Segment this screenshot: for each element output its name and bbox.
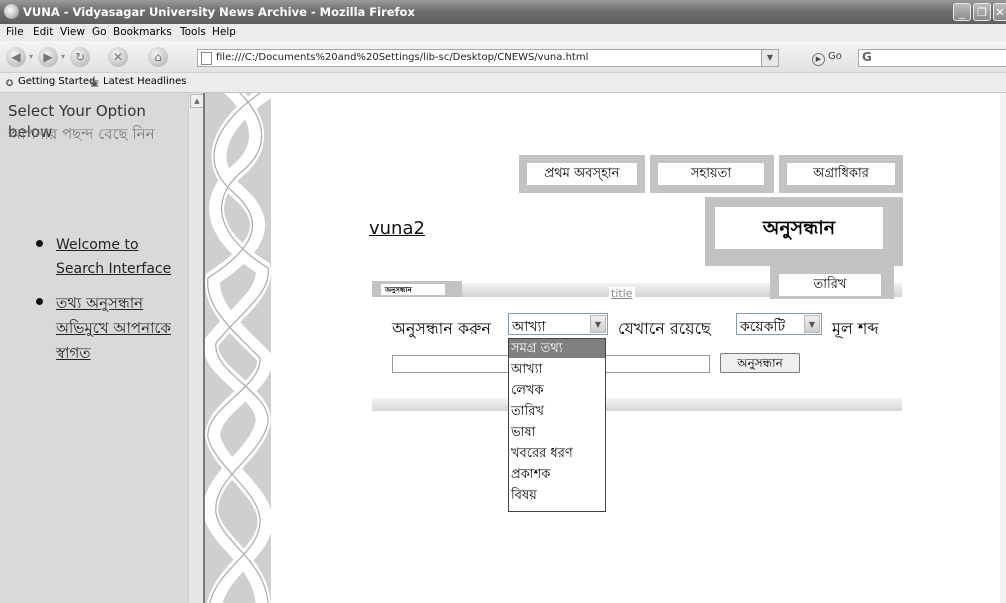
tab-preferences-label: অগ্রাধিকার — [787, 163, 895, 185]
sidebar-frame: Select Your Option below আপনার পছন্দ বেছ… — [0, 93, 203, 603]
tab-home[interactable]: প্রথম অবস্হান — [519, 155, 645, 193]
dropdown-option[interactable]: খবরের ধরণ — [509, 444, 605, 463]
stop-icon[interactable]: ✕ — [108, 47, 128, 67]
scroll-up-icon[interactable]: ▲ — [190, 94, 203, 108]
bullet-icon — [36, 298, 43, 305]
site-link[interactable]: vuna2 — [369, 218, 425, 239]
sidebar-item-welcome: Welcome to Search Interface — [36, 233, 186, 281]
firefox-logo-icon — [4, 4, 19, 19]
home-icon[interactable]: ⌂ — [148, 47, 168, 67]
field-dropdown-list: সমগ্র তথ্য আখ্যা লেখক তারিখ ভাষা খবরের ধ… — [508, 338, 606, 512]
sidebar-nav-list: Welcome to Search Interface তথ্য অনুসন্ধ… — [36, 233, 186, 376]
menu-help[interactable]: Help — [212, 26, 236, 38]
menu-bookmarks[interactable]: Bookmarks — [113, 26, 172, 38]
chevron-down-icon[interactable]: ▼ — [804, 315, 820, 333]
go-icon: ▶ — [812, 53, 825, 66]
back-icon[interactable]: ◀ — [6, 47, 26, 67]
bookmarks-toolbar: ✪ Getting Started ▣ Latest Headlines — [0, 73, 1006, 93]
tab-date-label: তারিখ — [779, 274, 881, 296]
tab-date[interactable]: তারিখ — [770, 266, 894, 299]
main-scrollbar[interactable] — [1000, 93, 1006, 603]
chevron-down-icon[interactable]: ▼ — [590, 315, 606, 333]
page-icon — [201, 52, 212, 65]
keyword-label: মূল শব্দ — [832, 319, 879, 338]
sidebar-link-welcome[interactable]: Welcome to Search Interface — [56, 237, 171, 277]
menu-edit[interactable]: Edit — [33, 26, 53, 38]
sidebar-scrollbar[interactable]: ▲ — [188, 93, 203, 603]
navigation-toolbar: ◀ ▾ ▶ ▾ ↻ ✕ ⌂ file:///C:/Documents%20and… — [0, 41, 1006, 73]
menu-go[interactable]: Go — [92, 26, 107, 38]
title-link[interactable]: title — [609, 287, 635, 300]
bullet-icon — [36, 240, 43, 247]
search-submit-button[interactable]: অনুসন্ধান — [720, 353, 800, 373]
tab-preferences[interactable]: অগ্রাধিকার — [779, 155, 903, 193]
sidebar-item-welcome-bn: তথ্য অনুসন্ধান অভিমুখে আপনাকে স্বাগত — [36, 291, 186, 366]
bookmark-getting-started[interactable]: ✪ Getting Started — [4, 76, 96, 90]
bookmark-label: Latest Headlines — [103, 76, 187, 87]
menu-bar: File Edit View Go Bookmarks Tools Help — [0, 24, 1006, 41]
bottom-strip — [372, 398, 902, 411]
dropdown-option[interactable]: বিষয় — [509, 486, 605, 505]
match-select-value: কয়েকটি — [740, 319, 786, 335]
go-label: Go — [828, 51, 842, 62]
dropdown-option[interactable]: তারিখ — [509, 402, 605, 421]
tab-search-small[interactable]: অনুসন্ধান — [372, 281, 462, 297]
field-select-value: আখ্যা — [512, 319, 546, 335]
window-title: VUNA - Vidyasagar University News Archiv… — [23, 5, 415, 19]
google-icon: G — [862, 50, 872, 64]
close-button[interactable]: ✕ — [993, 3, 1006, 21]
tab-home-label: প্রথম অবস্হান — [527, 163, 637, 185]
reload-icon[interactable]: ↻ — [70, 47, 90, 67]
bookmark-icon: ✪ — [5, 79, 14, 89]
field-select[interactable]: আখ্যা ▼ — [508, 313, 608, 335]
dropdown-option[interactable]: সমগ্র তথ্য — [509, 339, 605, 358]
bookmark-label: Getting Started — [18, 76, 96, 87]
sidebar-link-welcome-bn[interactable]: তথ্য অনুসন্ধান অভিমুখে আপনাকে স্বাগত — [56, 294, 171, 362]
address-bar[interactable]: file:///C:/Documents%20and%20Settings/li… — [197, 49, 779, 67]
search-box[interactable]: G — [858, 49, 1006, 67]
rss-icon: ▣ — [90, 79, 99, 89]
back-dropdown-icon[interactable]: ▾ — [28, 53, 34, 61]
search-heading-box: অনুসন্ধান — [705, 197, 903, 266]
minimize-button[interactable]: _ — [953, 3, 971, 21]
tab-search-small-label: অনুসন্ধান — [381, 284, 445, 295]
sidebar-heading-bn: আপনার পছন্দ বেছে নিন — [8, 125, 155, 143]
search-label: অনুসন্ধান করুন — [392, 319, 491, 338]
dropdown-option[interactable]: আখ্যা — [509, 360, 605, 379]
where-label: যেখানে রয়েছে — [618, 319, 711, 338]
dropdown-option[interactable]: লেখক — [509, 381, 605, 400]
menu-file[interactable]: File — [6, 26, 24, 38]
decorative-rope-band — [205, 93, 271, 603]
restore-button[interactable]: ❐ — [973, 3, 991, 21]
address-dropdown-icon[interactable]: ▼ — [761, 49, 779, 67]
search-heading: অনুসন্ধান — [715, 207, 883, 249]
tab-help-label: সহায়তা — [658, 163, 764, 185]
go-button[interactable]: ▶ Go — [812, 51, 842, 66]
forward-icon[interactable]: ▶ — [38, 47, 58, 67]
address-text[interactable]: file:///C:/Documents%20and%20Settings/li… — [216, 52, 588, 63]
match-select[interactable]: কয়েকটি ▼ — [736, 313, 822, 335]
tab-help[interactable]: সহায়তা — [650, 155, 774, 193]
forward-dropdown-icon[interactable]: ▾ — [60, 53, 66, 61]
menu-tools[interactable]: Tools — [180, 26, 206, 38]
bookmark-latest-headlines[interactable]: ▣ Latest Headlines — [89, 76, 187, 90]
dropdown-option[interactable]: ভাষা — [509, 423, 605, 442]
rope-pattern-image — [205, 93, 271, 603]
dropdown-option[interactable]: প্রকাশক — [509, 465, 605, 484]
menu-view[interactable]: View — [60, 26, 85, 38]
window-titlebar: VUNA - Vidyasagar University News Archiv… — [0, 0, 1006, 24]
